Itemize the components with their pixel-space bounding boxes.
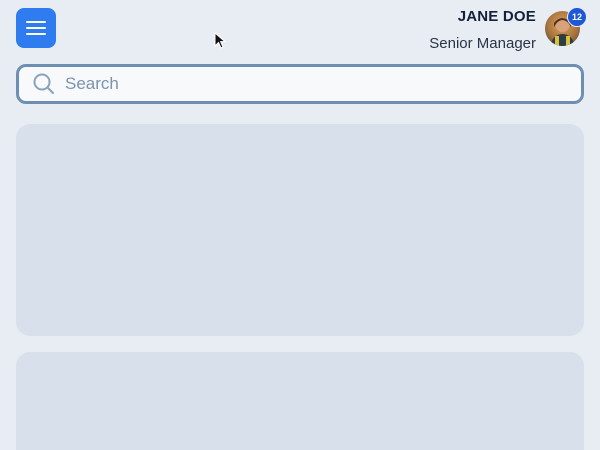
skeleton-card	[16, 352, 584, 450]
mouse-pointer-icon	[214, 31, 227, 55]
user-role: Senior Manager	[429, 35, 536, 52]
search-input[interactable]	[65, 69, 545, 99]
menu-button[interactable]	[16, 8, 56, 48]
search-bar[interactable]	[16, 64, 584, 104]
skeleton-card	[16, 124, 584, 336]
user-name: JANE DOE	[457, 8, 536, 25]
notification-badge[interactable]: 12	[567, 7, 587, 27]
app-screen: JANE DOE Senior Manager 12	[0, 0, 600, 450]
search-icon	[33, 73, 55, 95]
hamburger-menu-icon	[26, 21, 46, 35]
user-info[interactable]: JANE DOE Senior Manager	[429, 8, 536, 53]
